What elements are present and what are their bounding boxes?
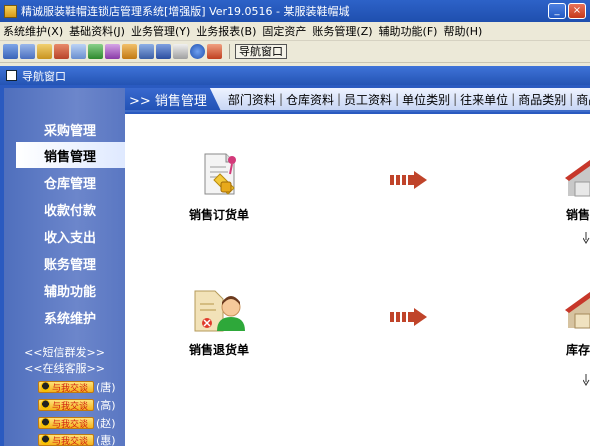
menu-bar: 系统维护(X) 基础资料(J) 业务管理(Y) 业务报表(B) 固定资产 账务管… (0, 22, 590, 41)
tab-separator: | (337, 92, 342, 106)
sidebar: 采购管理 销售管理 仓库管理 收款付款 收入支出 账务管理 辅助功能 系统维护 … (4, 88, 125, 446)
qq-chat-badge[interactable]: 与我交谈 (38, 381, 94, 394)
close-button[interactable]: × (568, 3, 586, 19)
flow-arrow-icon (390, 308, 427, 326)
tab-link-employees[interactable]: 员工资料 (343, 91, 393, 108)
print-icon[interactable] (173, 44, 188, 59)
tab-separator: | (569, 92, 574, 106)
qq-chat-badge[interactable]: 与我交谈 (38, 417, 94, 430)
nav-window-icon (6, 70, 17, 81)
menu-basic-data[interactable]: 基础资料(J) (66, 23, 128, 39)
tab-link-partners[interactable]: 往来单位 (459, 91, 509, 108)
tab-link-departments[interactable]: 部门资料 (227, 91, 277, 108)
menu-fixed-assets[interactable]: 固定资产 (259, 23, 309, 39)
sidebar-item-system[interactable]: 系统维护 (4, 304, 125, 330)
app-icon (4, 4, 17, 18)
sms-broadcast-link[interactable]: <<短信群发>> (4, 344, 125, 360)
menu-accounting[interactable]: 账务管理(Z) (309, 23, 375, 39)
box-icon[interactable] (122, 44, 137, 59)
users-icon[interactable] (88, 44, 103, 59)
tab-separator: | (278, 92, 283, 106)
sidebar-item-purchase[interactable]: 采购管理 (4, 116, 125, 142)
qq-contact-row[interactable]: 与我交谈 (赵) (38, 415, 116, 431)
qq-penguin-icon (41, 435, 50, 445)
qq-chat-badge[interactable]: 与我交谈 (38, 399, 94, 412)
down-arrow-icon (583, 374, 590, 386)
folder-icon[interactable] (37, 44, 52, 59)
qq-penguin-icon (41, 400, 50, 410)
menu-help[interactable]: 帮助(H) (440, 23, 485, 39)
stock-label[interactable]: 库存 (566, 341, 590, 358)
calculator-icon[interactable] (139, 44, 154, 59)
exit-icon[interactable] (207, 44, 222, 59)
module-tab-strip: >> 销售管理 部门资料 | 仓库资料 | 员工资料 | 单位类别 | 往来单位… (125, 88, 590, 112)
menu-system[interactable]: 系统维护(X) (0, 23, 66, 39)
qq-contact-row[interactable]: 与我交谈 (高) (38, 397, 116, 413)
save-icon[interactable] (156, 44, 171, 59)
qq-contact-name: (高) (96, 399, 116, 412)
tab-separator: | (453, 92, 458, 106)
tab-separator: | (395, 92, 400, 106)
sidebar-item-auxiliary[interactable]: 辅助功能 (4, 277, 125, 303)
nav-window-button[interactable]: 导航窗口 (235, 44, 287, 59)
menu-auxiliary[interactable]: 辅助功能(F) (376, 23, 441, 39)
toolbar: 导航窗口 (0, 41, 590, 63)
nav-window-title-bar: 导航窗口 (0, 66, 590, 85)
house-icon[interactable] (565, 290, 590, 332)
window-icon[interactable] (3, 44, 18, 59)
menu-business[interactable]: 业务管理(Y) (128, 23, 193, 39)
qq-contact-row[interactable]: 与我交谈 (唐) (38, 379, 116, 395)
qq-penguin-icon (41, 418, 50, 428)
tab-link-warehouses[interactable]: 仓库资料 (285, 91, 335, 108)
minimize-button[interactable]: _ (548, 3, 566, 19)
window-title-bar: 精诚服装鞋帽连锁店管理系统[增强版] Ver19.0516 - 某服装鞋帽城 _… (0, 0, 590, 22)
sales-return-label[interactable]: 销售退货单 (189, 341, 249, 358)
tab-link-product-categories[interactable]: 商品类别 (517, 91, 567, 108)
sidebar-item-warehouse[interactable]: 仓库管理 (4, 169, 125, 195)
sidebar-item-accounting[interactable]: 账务管理 (4, 250, 125, 276)
menu-reports[interactable]: 业务报表(B) (193, 23, 259, 39)
help-icon[interactable] (190, 44, 205, 59)
sidebar-item-sales[interactable]: 销售管理 (16, 142, 125, 168)
qq-contact-row[interactable]: 与我交谈 (惠) (38, 432, 116, 446)
qq-penguin-icon (41, 382, 50, 392)
down-arrow-icon (583, 232, 590, 244)
sales-flow-panel: 销售订货单 销售 销售退货单 库存 (125, 114, 590, 446)
sidebar-item-income-expense[interactable]: 收入支出 (4, 223, 125, 249)
qq-chat-badge[interactable]: 与我交谈 (38, 434, 94, 446)
tab-link-products[interactable]: 商品资料 (575, 91, 590, 108)
sidebar-item-payments[interactable]: 收款付款 (4, 196, 125, 222)
edit-icon[interactable] (54, 44, 69, 59)
tab-sales-management[interactable]: >> 销售管理 (125, 88, 221, 110)
tab-separator: | (511, 92, 516, 106)
nav-window-title: 导航窗口 (22, 69, 66, 83)
qq-contact-name: (唐) (96, 381, 116, 394)
tab-link-unit-categories[interactable]: 单位类别 (401, 91, 451, 108)
sales-order-label[interactable]: 销售订货单 (189, 206, 249, 223)
online-service-link[interactable]: <<在线客服>> (4, 360, 125, 376)
sales-out-label[interactable]: 销售 (566, 206, 590, 223)
window-title: 精诚服装鞋帽连锁店管理系统[增强版] Ver19.0516 - 某服装鞋帽城 (21, 5, 350, 18)
sales-order-document-icon[interactable] (200, 152, 244, 198)
qq-contact-name: (赵) (96, 417, 116, 430)
qq-contact-name: (惠) (96, 434, 116, 446)
toolbar-separator (229, 44, 230, 59)
form-icon[interactable] (20, 44, 35, 59)
sales-return-person-icon[interactable] (193, 287, 245, 333)
flow-arrow-icon (390, 171, 427, 189)
report-icon[interactable] (105, 44, 120, 59)
house-icon[interactable] (565, 158, 590, 200)
list-icon[interactable] (71, 44, 86, 59)
